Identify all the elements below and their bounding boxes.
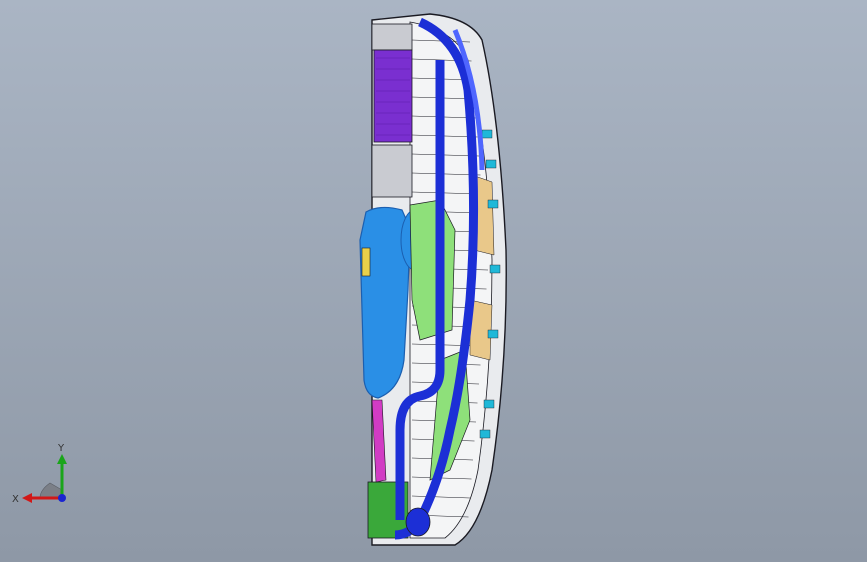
orientation-triad: Y X — [12, 443, 67, 505]
x-axis-arrowhead — [22, 493, 32, 503]
pcb-upper[interactable] — [409, 199, 456, 341]
purple-filter[interactable] — [373, 49, 413, 143]
cyan-clip — [481, 129, 493, 139]
cyan-clip — [479, 429, 491, 439]
cyan-clip — [483, 399, 495, 409]
y-axis-label: Y — [57, 443, 65, 454]
z-axis-indicator — [58, 494, 66, 502]
cyan-clip — [489, 264, 501, 274]
top-block[interactable] — [371, 23, 413, 51]
middle-block[interactable] — [371, 144, 413, 198]
cyan-clip — [485, 159, 497, 169]
duct-end[interactable] — [405, 507, 431, 537]
motor-label — [361, 247, 371, 277]
y-axis-arrowhead — [57, 454, 67, 464]
cad-model[interactable] — [0, 0, 867, 562]
graphics-viewport[interactable]: Y X — [0, 0, 867, 562]
cyan-clip — [487, 199, 499, 209]
x-axis-label: X — [12, 494, 19, 505]
cyan-clip — [487, 329, 499, 339]
